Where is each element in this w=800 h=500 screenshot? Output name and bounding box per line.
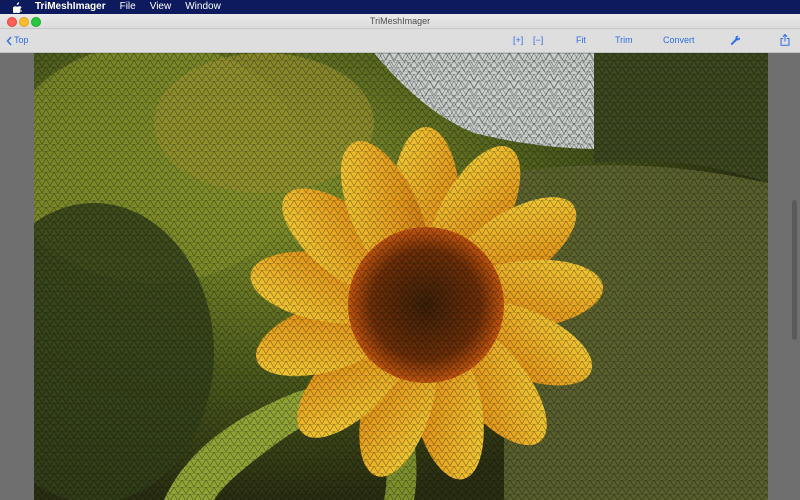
title-bar[interactable]: TriMeshImager xyxy=(0,14,800,29)
zoom-in-button[interactable]: [+] xyxy=(513,29,523,52)
share-icon[interactable] xyxy=(780,34,790,46)
apple-logo-icon[interactable] xyxy=(13,1,23,13)
wrench-icon[interactable] xyxy=(730,35,741,46)
fit-button[interactable]: Fit xyxy=(576,29,586,52)
back-button[interactable]: Top xyxy=(6,29,29,52)
chevron-left-icon xyxy=(6,36,12,45)
menu-file[interactable]: File xyxy=(120,0,136,14)
app-window: TriMeshImager Top [+] [−] Fit Trim Conve… xyxy=(0,14,800,500)
window-title: TriMeshImager xyxy=(369,16,431,26)
toolbar: Top [+] [−] Fit Trim Convert xyxy=(0,29,800,53)
convert-button[interactable]: Convert xyxy=(663,29,695,52)
scrollbar-thumb[interactable] xyxy=(792,200,797,340)
menu-window[interactable]: Window xyxy=(185,0,221,14)
menu-app-name[interactable]: TriMeshImager xyxy=(35,0,106,14)
mesh-image xyxy=(34,53,768,500)
back-button-label: Top xyxy=(14,35,29,45)
vertical-scrollbar[interactable] xyxy=(790,53,800,500)
menu-view[interactable]: View xyxy=(150,0,172,14)
zoom-out-button[interactable]: [−] xyxy=(533,29,543,52)
workspace xyxy=(0,53,800,500)
menu-bar: TriMeshImager File View Window xyxy=(0,0,800,14)
mesh-image-canvas[interactable] xyxy=(34,53,768,500)
trim-button[interactable]: Trim xyxy=(615,29,633,52)
